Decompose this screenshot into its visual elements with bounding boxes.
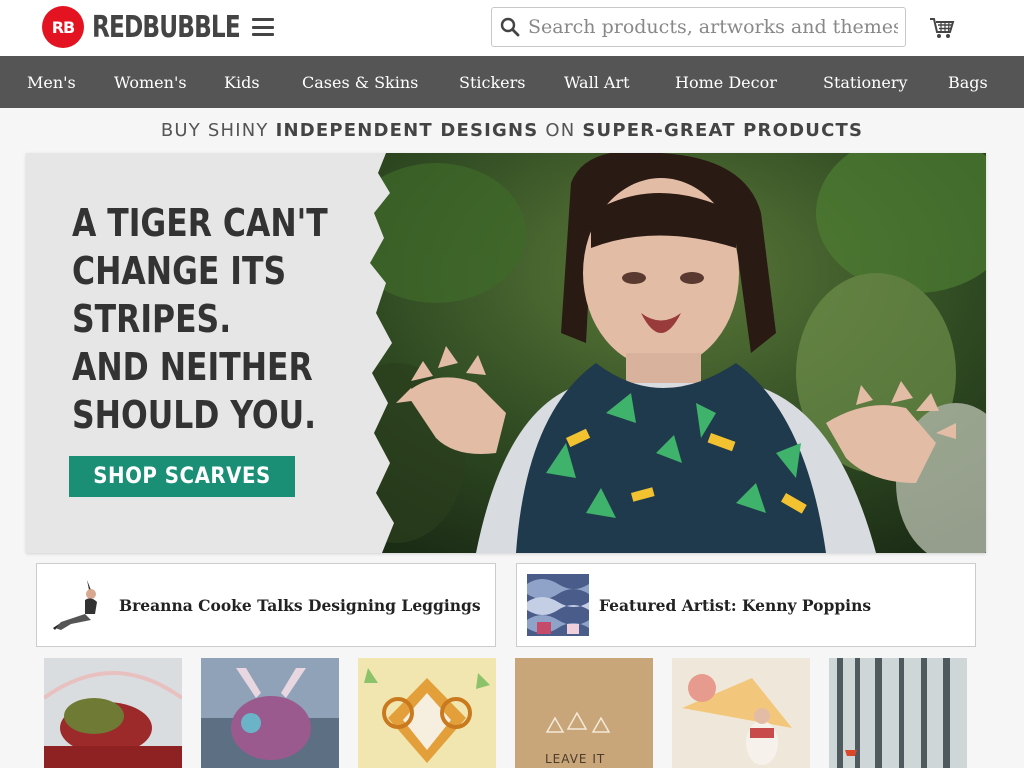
artwork-gallery: LEAVE IT	[44, 658, 974, 768]
hero-line: SHOULD YOU.	[72, 393, 317, 437]
feature-thumb-leggings	[47, 574, 109, 636]
nav-item-cases-skins[interactable]: Cases & Skins	[302, 73, 418, 92]
hero-line: AND NEITHER	[72, 345, 313, 389]
redbubble-logo[interactable]: RB REDBUBBLE	[42, 6, 264, 48]
shop-scarves-button[interactable]: SHOP SCARVES	[69, 456, 295, 497]
feature-title: Breanna Cooke Talks Designing Leggings	[119, 595, 481, 615]
hero-line: CHANGE ITS	[72, 249, 287, 293]
category-nav: Men's Women's Kids Cases & Skins Sticker…	[0, 56, 1024, 108]
feature-title: Featured Artist: Kenny Poppins	[599, 595, 872, 615]
hero-banner: A TIGER CAN'T CHANGE ITS STRIPES. AND NE…	[26, 153, 986, 553]
artwork-tile[interactable]	[358, 658, 496, 768]
nav-item-bags[interactable]: Bags	[948, 73, 988, 92]
search-box[interactable]	[491, 7, 906, 47]
menu-icon[interactable]	[252, 18, 274, 36]
feature-card-artist[interactable]: Featured Artist: Kenny Poppins	[516, 563, 976, 647]
logo-text: REDBUBBLE	[92, 9, 241, 45]
hero-headline: A TIGER CAN'T CHANGE ITS STRIPES. AND NE…	[72, 199, 328, 439]
nav-item-stationery[interactable]: Stationery	[823, 73, 908, 92]
nav-item-wall-art[interactable]: Wall Art	[564, 73, 630, 92]
nav-item-home-decor[interactable]: Home Decor	[675, 73, 777, 92]
nav-item-kids[interactable]: Kids	[224, 73, 260, 92]
tagline-part: BUY SHINY	[160, 120, 276, 141]
nav-item-mens[interactable]: Men's	[27, 73, 76, 92]
search-input[interactable]	[528, 9, 898, 45]
tagline-emphasis: INDEPENDENT DESIGNS	[275, 120, 539, 141]
tagline-part: ON	[538, 120, 583, 141]
tagline: BUY SHINY INDEPENDENT DESIGNS ON SUPER-G…	[0, 120, 1024, 141]
hero-line: A TIGER CAN'T	[72, 201, 328, 245]
artwork-tile[interactable]: LEAVE IT	[515, 658, 653, 768]
artwork-caption: LEAVE IT	[545, 752, 606, 766]
nav-item-stickers[interactable]: Stickers	[459, 73, 526, 92]
cart-icon[interactable]	[928, 14, 956, 42]
feature-thumb-artist	[527, 574, 589, 636]
nav-item-womens[interactable]: Women's	[114, 73, 187, 92]
top-header: RB REDBUBBLE	[0, 0, 1024, 56]
artwork-tile[interactable]	[201, 658, 339, 768]
artwork-tile[interactable]	[672, 658, 810, 768]
logo-mark-icon: RB	[42, 6, 84, 48]
hero-line: STRIPES.	[72, 297, 232, 341]
search-icon[interactable]	[492, 8, 528, 46]
hero-photo[interactable]	[356, 153, 986, 553]
artwork-tile[interactable]	[44, 658, 182, 768]
feature-card-leggings[interactable]: Breanna Cooke Talks Designing Leggings	[36, 563, 496, 647]
tagline-emphasis: SUPER-GREAT PRODUCTS	[582, 120, 864, 141]
artwork-tile[interactable]	[829, 658, 967, 768]
